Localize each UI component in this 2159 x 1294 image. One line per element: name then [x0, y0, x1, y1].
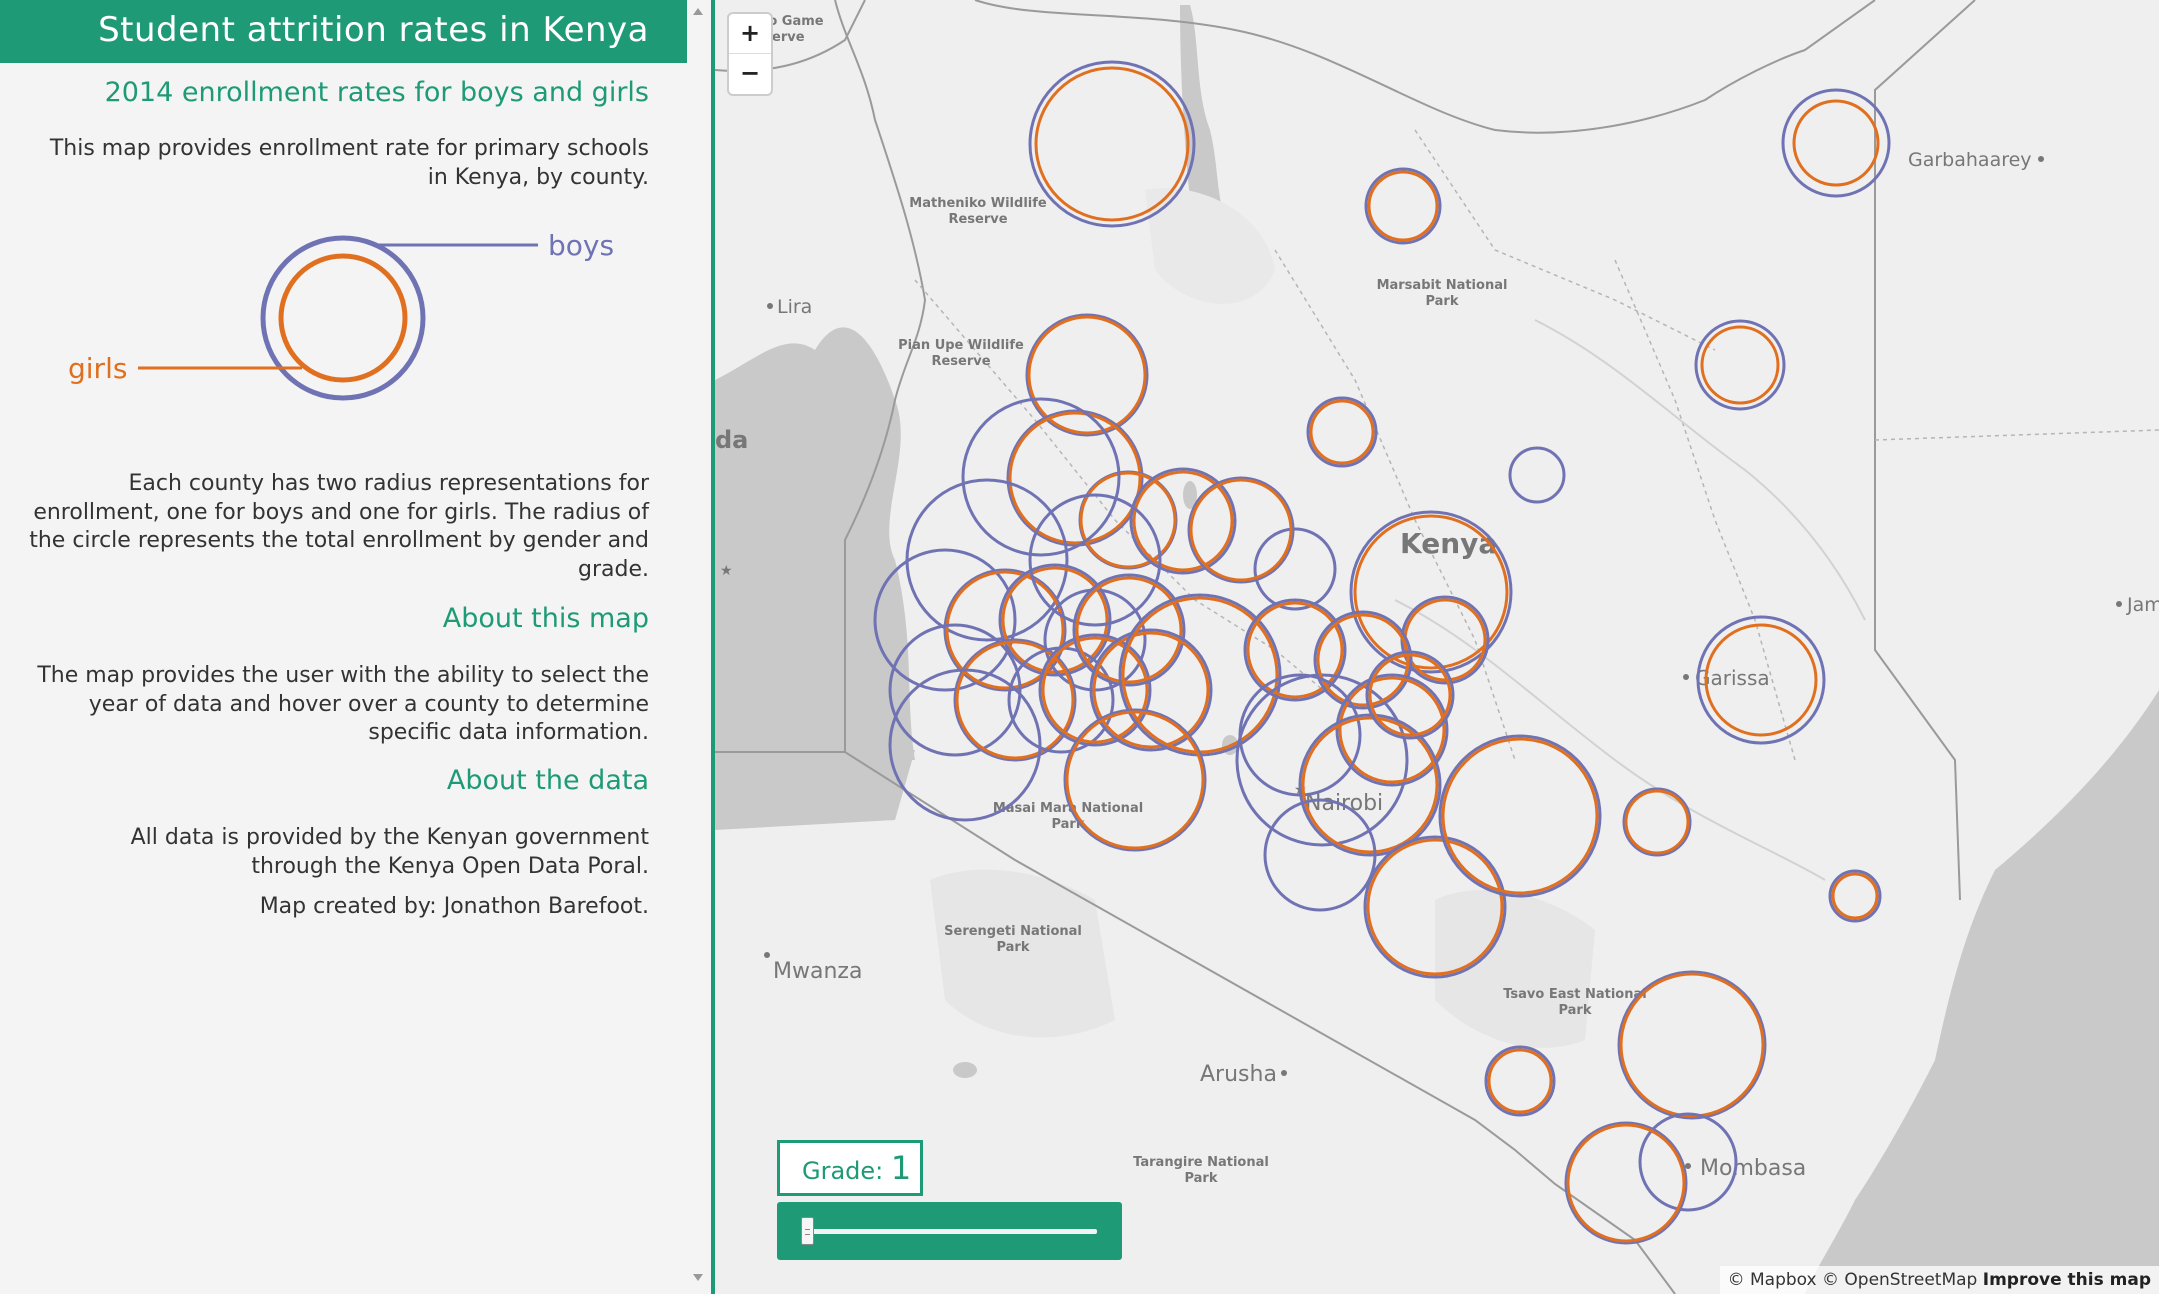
- mombasa-dot: [1685, 1163, 1691, 1169]
- legend-graphic: boys girls: [68, 229, 614, 401]
- zoom-in-button[interactable]: +: [729, 14, 771, 54]
- title-bar: Student attrition rates in Kenya: [0, 0, 687, 63]
- serengeti-label-1: Serengeti National: [944, 924, 1082, 939]
- admin-boundary: [1874, 429, 2159, 441]
- kenya-somalia-border: [1874, 0, 1976, 901]
- garbahaarey-label: Garbahaarey: [1908, 149, 2032, 171]
- mombasa-label: Mombasa: [1700, 1156, 1806, 1181]
- grade-slider-panel: [777, 1202, 1122, 1260]
- attribution-text: © Mapbox © OpenStreetMap: [1727, 1270, 1978, 1290]
- serengeti-label-2: Park: [996, 940, 1029, 955]
- county-marker[interactable]: [1253, 527, 1337, 611]
- garbahaarey-dot: [2038, 156, 2044, 162]
- description-text: Each county has two radius representatio…: [29, 471, 649, 582]
- county-circles[interactable]: [873, 60, 1891, 1245]
- county-marker[interactable]: [1622, 787, 1692, 857]
- marsabit-label-2: Park: [1425, 294, 1458, 309]
- pian-upe-label-1: Pian Upe Wildlife: [898, 338, 1024, 353]
- county-marker[interactable]: [1028, 493, 1162, 627]
- grade-value: 1: [890, 1149, 912, 1187]
- indian-ocean: [1805, 690, 2159, 1294]
- nairobi-label: Nairobi: [1305, 791, 1383, 816]
- grade-slider-handle[interactable]: [801, 1217, 814, 1245]
- county-marker[interactable]: [1028, 60, 1196, 228]
- matheniko-label-1: Matheniko Wildlife: [909, 196, 1047, 211]
- grade-slider-track[interactable]: [805, 1229, 1097, 1234]
- county-marker[interactable]: [1187, 476, 1295, 584]
- basemap: ★ ★ Kenya Nairobi Garissa Mombasa Mwanza…: [715, 0, 2159, 1294]
- admin-boundary: [1414, 129, 1716, 351]
- intro-text: This map provides enrollment rate for pr…: [49, 136, 649, 190]
- legend-boys-label: boys: [548, 229, 614, 262]
- tarangire-label-2: Park: [1184, 1171, 1217, 1186]
- county-marker[interactable]: [1072, 573, 1186, 687]
- jam-dot: [2116, 601, 2122, 607]
- mwanza-label: Mwanza: [773, 959, 862, 984]
- tsavo-east-label-2: Park: [1558, 1003, 1591, 1018]
- county-marker[interactable]: [1617, 970, 1767, 1120]
- county-marker[interactable]: [1508, 446, 1566, 504]
- marsabit-label-1: Marsabit National: [1377, 278, 1508, 293]
- county-marker[interactable]: [1694, 319, 1786, 411]
- kenya-ethiopia-border: [974, 0, 1876, 134]
- lake-manyara: [953, 1062, 977, 1078]
- credit-text: Map created by: Jonathon Barefoot.: [259, 894, 649, 919]
- sidebar: Student attrition rates in Kenya 2014 en…: [0, 0, 687, 1294]
- county-marker[interactable]: [905, 478, 1069, 642]
- admin-boundary: [1274, 249, 1516, 761]
- legend-boys-circle: [260, 235, 426, 401]
- county-marker[interactable]: [1438, 734, 1602, 898]
- legend-girls-label: girls: [68, 352, 127, 385]
- zoom-control: + −: [727, 12, 773, 96]
- star-marker: ★: [720, 563, 733, 579]
- county-marker[interactable]: [1781, 88, 1891, 198]
- county-marker[interactable]: [1484, 1045, 1556, 1117]
- county-marker[interactable]: [1306, 396, 1378, 468]
- arusha-dot: [1281, 1070, 1287, 1076]
- sidebar-scrollbar[interactable]: [687, 0, 711, 1294]
- about-map-heading: About this map: [442, 603, 649, 634]
- page-title: Student attrition rates in Kenya: [98, 10, 649, 50]
- county-marker[interactable]: [1564, 1121, 1688, 1245]
- about-data-text: All data is provided by the Kenyan gover…: [130, 825, 649, 879]
- about-data-heading: About the data: [446, 765, 649, 796]
- county-marker[interactable]: [1243, 598, 1347, 702]
- county-marker[interactable]: [1063, 708, 1207, 852]
- mwanza-dot: [764, 952, 770, 958]
- county-marker[interactable]: [1828, 869, 1882, 923]
- legend-girls-circle: [278, 253, 408, 383]
- county-marker[interactable]: [1364, 167, 1442, 245]
- scroll-down-arrow-icon[interactable]: [693, 1274, 703, 1281]
- lira-dot: [767, 303, 773, 309]
- matheniko-label-2: Reserve: [948, 212, 1007, 227]
- tsavo-east-label-1: Tsavo East National: [1503, 987, 1646, 1002]
- jam-label: Jam: [2126, 594, 2159, 616]
- improve-map-link[interactable]: Improve this map: [1983, 1270, 2151, 1290]
- pian-upe-label-2: Reserve: [931, 354, 990, 369]
- garissa-dot: [1683, 674, 1689, 680]
- river: [1534, 319, 1866, 621]
- map-attribution: © Mapbox © OpenStreetMap Improve this ma…: [1719, 1266, 2159, 1294]
- arusha-label: Arusha: [1200, 1062, 1277, 1087]
- about-map-text: The map provides the user with the abili…: [37, 663, 649, 745]
- zoom-out-button[interactable]: −: [729, 54, 771, 93]
- da-label: da: [715, 426, 748, 454]
- tarangire-label-1: Tarangire National: [1133, 1155, 1269, 1170]
- lake-victoria-south: [715, 750, 915, 830]
- lake-victoria: [715, 327, 915, 760]
- grade-label: Grade:: [802, 1157, 884, 1185]
- scroll-up-arrow-icon[interactable]: [693, 8, 703, 15]
- subtitle: 2014 enrollment rates for boys and girls: [104, 77, 649, 108]
- lira-label: Lira: [777, 296, 812, 318]
- map[interactable]: ★ ★ Kenya Nairobi Garissa Mombasa Mwanza…: [715, 0, 2159, 1294]
- river: [1394, 599, 1826, 881]
- grade-indicator: Grade: 1: [777, 1140, 923, 1196]
